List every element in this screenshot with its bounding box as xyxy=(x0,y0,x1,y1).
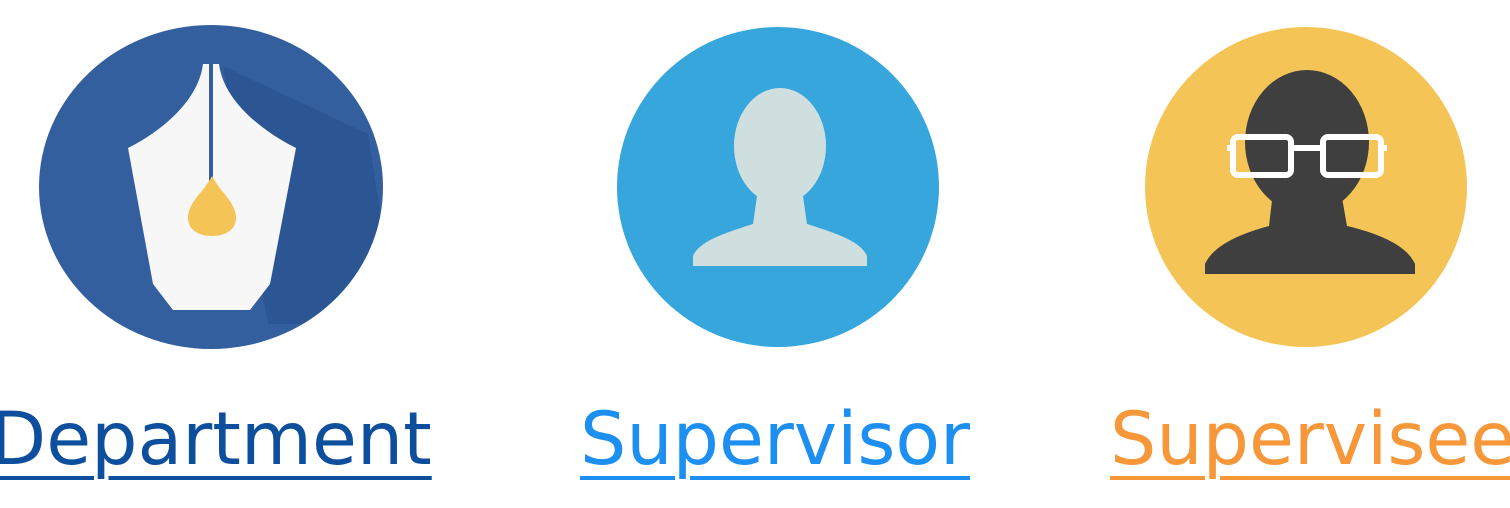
role-selector: Department Supervisor Supervisee xyxy=(0,0,1510,508)
user-glasses-icon[interactable] xyxy=(1145,24,1491,350)
supervisee-link[interactable]: Supervisee xyxy=(1110,403,1510,476)
department-link[interactable]: Department xyxy=(0,403,432,476)
fountain-pen-nib-icon[interactable] xyxy=(38,24,384,350)
supervisor-link[interactable]: Supervisor xyxy=(580,403,970,476)
user-silhouette-icon[interactable] xyxy=(617,24,963,350)
